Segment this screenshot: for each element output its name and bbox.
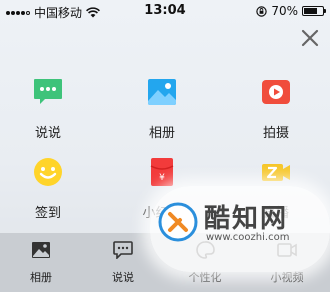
status-right: 70% bbox=[256, 4, 326, 18]
close-icon[interactable] bbox=[300, 28, 320, 48]
tab-album[interactable]: 相册 bbox=[0, 233, 82, 292]
grid-item-label: 拍摄 bbox=[262, 126, 289, 141]
video-play-icon bbox=[262, 80, 290, 104]
tab-label: 相册 bbox=[30, 271, 52, 284]
grid-item-album[interactable]: 相册 bbox=[122, 76, 202, 141]
photo-icon bbox=[32, 242, 50, 258]
watermark-title: 酷知网 bbox=[204, 204, 289, 234]
watermark-url: www.coozhi.com bbox=[206, 232, 290, 243]
battery-percentage: 70% bbox=[271, 4, 298, 18]
speech-bubble-icon bbox=[113, 241, 133, 260]
coozhi-logo-icon bbox=[158, 202, 198, 242]
smiley-icon bbox=[34, 158, 62, 186]
status-bar: 中国移动 13:04 70% bbox=[0, 0, 330, 22]
svg-text:¥: ¥ bbox=[159, 173, 165, 183]
grid-item-label: 签到 bbox=[34, 206, 61, 221]
battery-icon bbox=[302, 6, 326, 16]
grid-item-label: 相册 bbox=[148, 126, 175, 141]
photo-icon bbox=[148, 79, 176, 105]
red-envelope-icon: ¥ bbox=[150, 158, 174, 186]
grid-item-shuoshuo[interactable]: 说说 bbox=[8, 76, 88, 141]
grid-item-label: 说说 bbox=[34, 126, 61, 141]
grid-item-shoot[interactable]: 拍摄 bbox=[236, 76, 316, 141]
orientation-lock-icon bbox=[256, 5, 268, 17]
speech-bubble-icon bbox=[34, 79, 62, 104]
tab-label: 说说 bbox=[112, 271, 134, 284]
watermark: 酷知网 www.coozhi.com bbox=[150, 186, 330, 272]
live-camera-icon bbox=[262, 164, 290, 181]
grid-item-checkin[interactable]: 签到 bbox=[8, 156, 88, 221]
